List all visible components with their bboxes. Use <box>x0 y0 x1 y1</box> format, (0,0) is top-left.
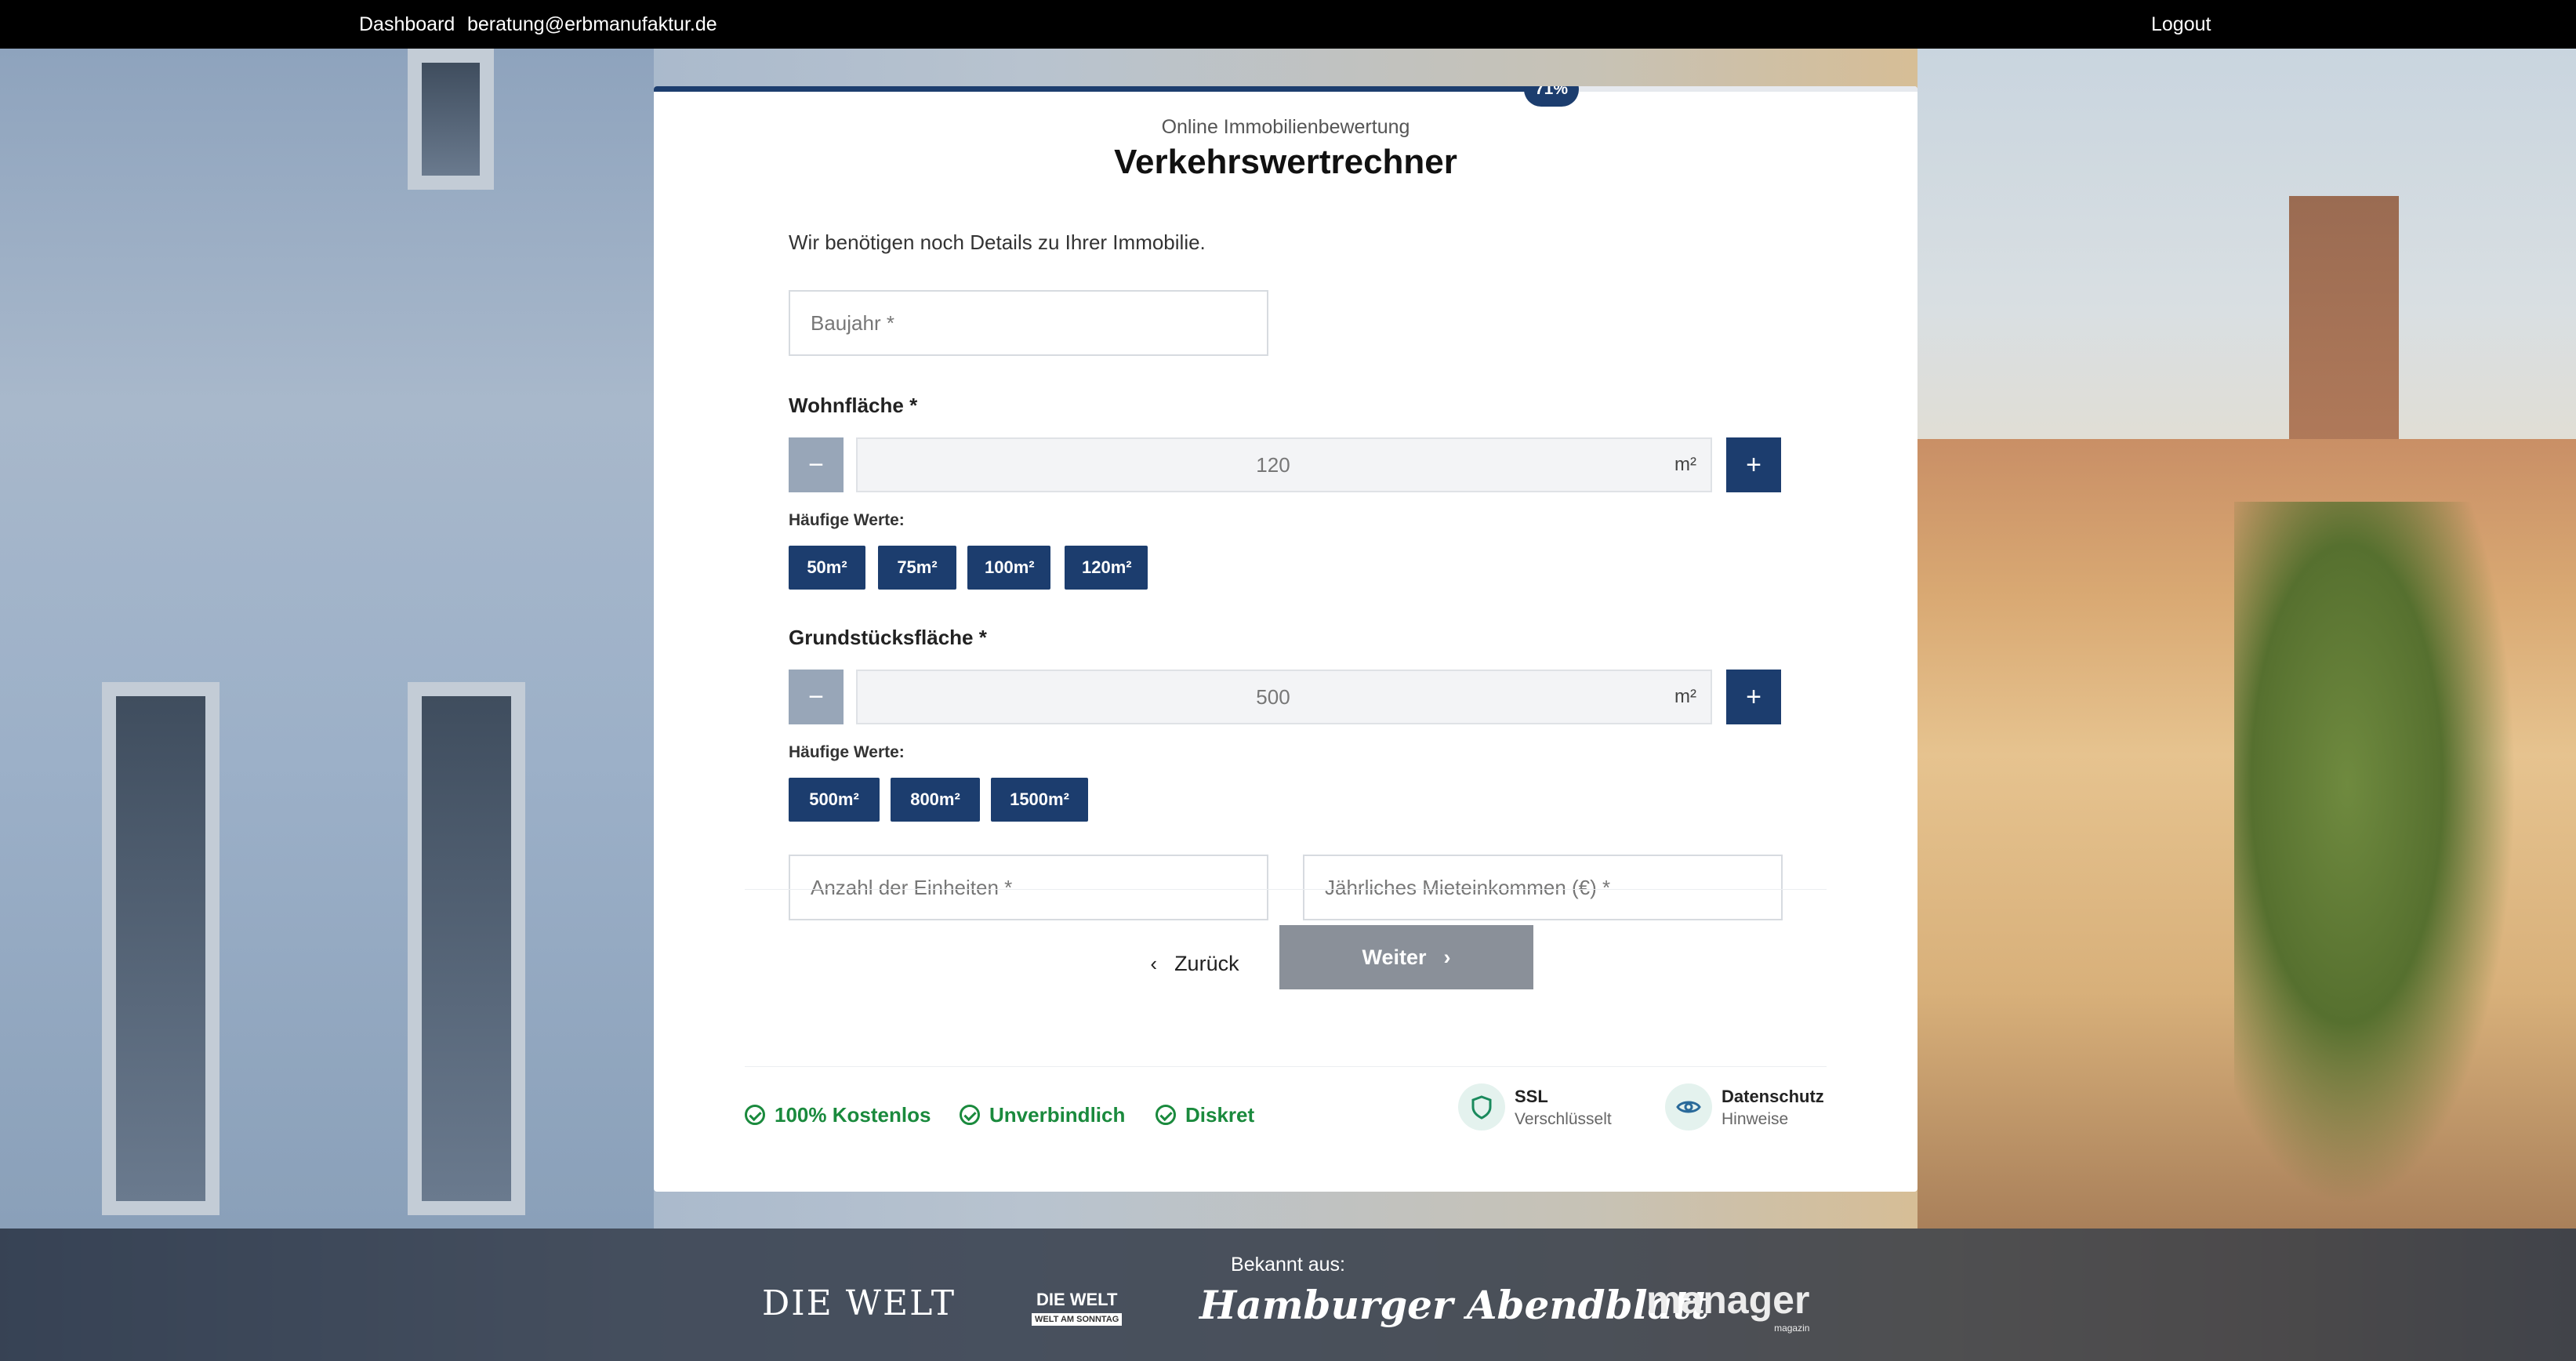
press-heading: Bekannt aus: <box>1231 1254 1345 1276</box>
page-title: Verkehrswertrechner <box>1114 143 1457 181</box>
form-intro-text: Wir benötigen noch Details zu Ihrer Immo… <box>789 230 1206 254</box>
background-trees <box>2234 502 2516 1207</box>
grundstuecksflaeche-label: Grundstücksfläche * <box>789 626 987 649</box>
chevron-left-icon: ‹ <box>1150 952 1158 975</box>
grundstuecksflaeche-common-values-label: Häufige Werte: <box>789 743 905 761</box>
check-circle-icon <box>745 1105 765 1126</box>
grundstuecksflaeche-decrement-button[interactable]: − <box>789 670 844 724</box>
back-button-label: Zurück <box>1174 952 1239 975</box>
privacy-badge[interactable]: Datenschutz Hinweise <box>1665 1083 1853 1134</box>
check-circle-icon <box>1156 1105 1176 1126</box>
wohnflaeche-value: 120 <box>1256 453 1290 477</box>
wohnflaeche-common-values-label: Häufige Werte: <box>789 511 905 529</box>
nav-user-email[interactable]: beratung@erbmanufaktur.de <box>467 13 717 36</box>
background-window <box>408 49 494 190</box>
divider <box>745 889 1827 890</box>
baujahr-input[interactable] <box>789 290 1268 356</box>
progress-bar <box>654 86 1917 92</box>
logo-hamburger-abendblatt: Hamburger Abendblatt <box>1199 1282 1710 1328</box>
wohnflaeche-increment-button[interactable]: + <box>1726 437 1781 492</box>
mieteinkommen-input[interactable] <box>1303 855 1783 920</box>
logo-welt-am-sonntag-title: DIE WELT <box>1036 1290 1118 1309</box>
wohnflaeche-label: Wohnfläche * <box>789 394 918 417</box>
next-button-label: Weiter <box>1362 945 1427 969</box>
trust-item-discreet: Diskret <box>1156 1099 1254 1131</box>
wohnflaeche-chip[interactable]: 75m² <box>878 546 956 590</box>
wohnflaeche-unit: m² <box>1674 454 1696 475</box>
trust-item-nonbinding: Unverbindlich <box>960 1099 1125 1131</box>
chevron-right-icon: › <box>1443 945 1451 969</box>
next-button[interactable]: Weiter › <box>1279 925 1533 989</box>
ssl-badge-title: SSL <box>1515 1087 1548 1106</box>
top-nav-bar: Dashboard beratung@erbmanufaktur.de Logo… <box>0 0 2576 49</box>
privacy-badge-subtitle[interactable]: Hinweise <box>1722 1110 1788 1129</box>
ssl-badge: SSL Verschlüsselt <box>1458 1083 1631 1134</box>
grundstuecksflaeche-input[interactable]: 500 m² <box>856 670 1712 724</box>
wohnflaeche-decrement-button[interactable]: − <box>789 437 844 492</box>
eye-icon <box>1665 1083 1712 1131</box>
background-building-left <box>0 49 654 1229</box>
grundstuecksflaeche-unit: m² <box>1674 686 1696 707</box>
wohnflaeche-input[interactable]: 120 m² <box>856 437 1712 492</box>
nav-logout-link[interactable]: Logout <box>2151 13 2211 36</box>
grundstuecksflaeche-chip[interactable]: 800m² <box>891 778 980 822</box>
grundstuecksflaeche-increment-button[interactable]: + <box>1726 670 1781 724</box>
back-button[interactable]: ‹ Zurück <box>1077 938 1312 989</box>
trust-item-label: Unverbindlich <box>989 1103 1126 1127</box>
background-window <box>102 682 220 1215</box>
logo-welt-am-sonntag: DIE WELT WELT AM SONNTAG <box>1032 1290 1123 1326</box>
wohnflaeche-chip[interactable]: 100m² <box>967 546 1050 590</box>
page-subtitle: Online Immobilienbewertung <box>1161 116 1410 138</box>
valuation-card: 71% Online Immobilienbewertung Verkehrsw… <box>654 86 1917 1192</box>
nav-dashboard-link[interactable]: Dashboard <box>359 13 455 36</box>
logo-welt-am-sonntag-sub: WELT AM SONNTAG <box>1032 1313 1123 1326</box>
shield-icon <box>1458 1083 1505 1131</box>
divider <box>745 1066 1827 1067</box>
logo-manager-title: manager <box>1646 1278 1810 1322</box>
wohnflaeche-chip[interactable]: 50m² <box>789 546 865 590</box>
progress-badge: 71% <box>1524 86 1579 107</box>
logo-die-welt: DIE WELT <box>762 1283 956 1323</box>
grundstuecksflaeche-chip[interactable]: 1500m² <box>991 778 1088 822</box>
background-sky <box>1917 49 2576 488</box>
grundstuecksflaeche-value: 500 <box>1256 685 1290 709</box>
check-circle-icon <box>960 1105 980 1126</box>
trust-item-free: 100% Kostenlos <box>745 1099 931 1131</box>
grundstuecksflaeche-chip[interactable]: 500m² <box>789 778 880 822</box>
wohnflaeche-chip[interactable]: 120m² <box>1065 546 1148 590</box>
trust-item-label: Diskret <box>1185 1103 1255 1127</box>
progress-bar-fill <box>654 86 1551 92</box>
privacy-badge-title: Datenschutz <box>1722 1087 1824 1106</box>
background-window <box>408 682 525 1215</box>
logo-manager-sub: magazin <box>1774 1323 1810 1334</box>
press-logos-bar: Bekannt aus: DIE WELT DIE WELT WELT AM S… <box>0 1229 2576 1361</box>
trust-item-label: 100% Kostenlos <box>775 1103 931 1127</box>
logo-manager-magazin: manager magazin <box>1646 1277 1810 1334</box>
einheiten-input[interactable] <box>789 855 1268 920</box>
ssl-badge-subtitle: Verschlüsselt <box>1515 1110 1612 1128</box>
